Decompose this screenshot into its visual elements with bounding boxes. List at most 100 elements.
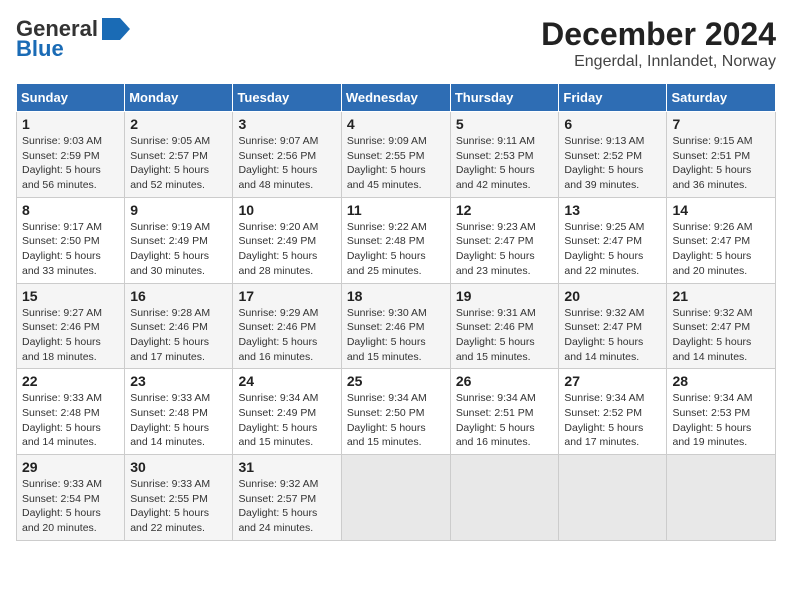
day-number: 19: [456, 288, 554, 304]
day-info: Sunrise: 9:32 AM Sunset: 2:57 PM Dayligh…: [238, 477, 335, 536]
title-block: December 2024 Engerdal, Innlandet, Norwa…: [541, 16, 776, 71]
calendar-day-cell: 5 Sunrise: 9:11 AM Sunset: 2:53 PM Daylig…: [450, 112, 559, 198]
page-subtitle: Engerdal, Innlandet, Norway: [541, 53, 776, 71]
day-number: 26: [456, 373, 554, 389]
day-number: 30: [130, 459, 227, 475]
day-info: Sunrise: 9:34 AM Sunset: 2:52 PM Dayligh…: [564, 391, 661, 450]
day-number: 1: [22, 116, 119, 132]
day-info: Sunrise: 9:15 AM Sunset: 2:51 PM Dayligh…: [672, 134, 770, 193]
day-info: Sunrise: 9:27 AM Sunset: 2:46 PM Dayligh…: [22, 306, 119, 365]
weekday-header: Thursday: [450, 84, 559, 112]
day-number: 6: [564, 116, 661, 132]
calendar-day-cell: 20 Sunrise: 9:32 AM Sunset: 2:47 PM Dayli…: [559, 283, 667, 369]
day-number: 14: [672, 202, 770, 218]
calendar-day-cell: 4Sunrise: 9:09 AM Sunset: 2:55 PM Daylig…: [341, 112, 450, 198]
calendar-day-cell: 18Sunrise: 9:30 AM Sunset: 2:46 PM Dayli…: [341, 283, 450, 369]
calendar-day-cell: 21Sunrise: 9:32 AM Sunset: 2:47 PM Dayli…: [667, 283, 776, 369]
day-number: 11: [347, 202, 445, 218]
calendar-table: SundayMondayTuesdayWednesdayThursdayFrid…: [16, 83, 776, 541]
calendar-day-cell: 15 Sunrise: 9:27 AM Sunset: 2:46 PM Dayli…: [17, 283, 125, 369]
calendar-day-cell: 24 Sunrise: 9:34 AM Sunset: 2:49 PM Dayli…: [233, 369, 341, 455]
calendar-day-cell: [559, 455, 667, 541]
day-info: Sunrise: 9:33 AM Sunset: 2:54 PM Dayligh…: [22, 477, 119, 536]
calendar-day-cell: 30 Sunrise: 9:33 AM Sunset: 2:55 PM Dayli…: [125, 455, 233, 541]
day-number: 8: [22, 202, 119, 218]
day-info: Sunrise: 9:34 AM Sunset: 2:49 PM Dayligh…: [238, 391, 335, 450]
calendar-day-cell: 23 Sunrise: 9:33 AM Sunset: 2:48 PM Dayli…: [125, 369, 233, 455]
day-info: Sunrise: 9:25 AM Sunset: 2:47 PM Dayligh…: [564, 220, 661, 279]
calendar-day-cell: 1 Sunrise: 9:03 AM Sunset: 2:59 PM Daylig…: [17, 112, 125, 198]
calendar-day-cell: 31 Sunrise: 9:32 AM Sunset: 2:57 PM Dayli…: [233, 455, 341, 541]
day-number: 10: [238, 202, 335, 218]
day-number: 17: [238, 288, 335, 304]
calendar-day-cell: 27 Sunrise: 9:34 AM Sunset: 2:52 PM Dayli…: [559, 369, 667, 455]
weekday-header: Saturday: [667, 84, 776, 112]
day-info: Sunrise: 9:03 AM Sunset: 2:59 PM Dayligh…: [22, 134, 119, 193]
calendar-day-cell: 9 Sunrise: 9:19 AM Sunset: 2:49 PM Daylig…: [125, 197, 233, 283]
day-info: Sunrise: 9:29 AM Sunset: 2:46 PM Dayligh…: [238, 306, 335, 365]
day-info: Sunrise: 9:32 AM Sunset: 2:47 PM Dayligh…: [564, 306, 661, 365]
calendar-day-cell: 26 Sunrise: 9:34 AM Sunset: 2:51 PM Dayli…: [450, 369, 559, 455]
day-number: 15: [22, 288, 119, 304]
day-info: Sunrise: 9:30 AM Sunset: 2:46 PM Dayligh…: [347, 306, 445, 365]
day-number: 28: [672, 373, 770, 389]
day-info: Sunrise: 9:13 AM Sunset: 2:52 PM Dayligh…: [564, 134, 661, 193]
day-number: 5: [456, 116, 554, 132]
calendar-day-cell: [450, 455, 559, 541]
day-info: Sunrise: 9:22 AM Sunset: 2:48 PM Dayligh…: [347, 220, 445, 279]
calendar-week-row: 1 Sunrise: 9:03 AM Sunset: 2:59 PM Daylig…: [17, 112, 776, 198]
calendar-day-cell: 11 Sunrise: 9:22 AM Sunset: 2:48 PM Dayli…: [341, 197, 450, 283]
day-info: Sunrise: 9:28 AM Sunset: 2:46 PM Dayligh…: [130, 306, 227, 365]
day-number: 9: [130, 202, 227, 218]
day-info: Sunrise: 9:34 AM Sunset: 2:50 PM Dayligh…: [347, 391, 445, 450]
calendar-week-row: 22 Sunrise: 9:33 AM Sunset: 2:48 PM Dayli…: [17, 369, 776, 455]
calendar-day-cell: 14 Sunrise: 9:26 AM Sunset: 2:47 PM Dayli…: [667, 197, 776, 283]
calendar-week-row: 29 Sunrise: 9:33 AM Sunset: 2:54 PM Dayli…: [17, 455, 776, 541]
day-info: Sunrise: 9:26 AM Sunset: 2:47 PM Dayligh…: [672, 220, 770, 279]
day-info: Sunrise: 9:34 AM Sunset: 2:51 PM Dayligh…: [456, 391, 554, 450]
day-number: 3: [238, 116, 335, 132]
calendar-week-row: 15 Sunrise: 9:27 AM Sunset: 2:46 PM Dayli…: [17, 283, 776, 369]
day-info: Sunrise: 9:33 AM Sunset: 2:55 PM Dayligh…: [130, 477, 227, 536]
day-number: 7: [672, 116, 770, 132]
calendar-day-cell: [341, 455, 450, 541]
day-info: Sunrise: 9:09 AM Sunset: 2:55 PM Dayligh…: [347, 134, 445, 193]
day-number: 31: [238, 459, 335, 475]
calendar-day-cell: 22 Sunrise: 9:33 AM Sunset: 2:48 PM Dayli…: [17, 369, 125, 455]
calendar-day-cell: 29 Sunrise: 9:33 AM Sunset: 2:54 PM Dayli…: [17, 455, 125, 541]
weekday-header: Friday: [559, 84, 667, 112]
day-number: 13: [564, 202, 661, 218]
day-info: Sunrise: 9:05 AM Sunset: 2:57 PM Dayligh…: [130, 134, 227, 193]
day-info: Sunrise: 9:33 AM Sunset: 2:48 PM Dayligh…: [130, 391, 227, 450]
day-number: 24: [238, 373, 335, 389]
day-number: 22: [22, 373, 119, 389]
day-info: Sunrise: 9:20 AM Sunset: 2:49 PM Dayligh…: [238, 220, 335, 279]
day-info: Sunrise: 9:19 AM Sunset: 2:49 PM Dayligh…: [130, 220, 227, 279]
day-info: Sunrise: 9:11 AM Sunset: 2:53 PM Dayligh…: [456, 134, 554, 193]
calendar-day-cell: 2Sunrise: 9:05 AM Sunset: 2:57 PM Daylig…: [125, 112, 233, 198]
day-info: Sunrise: 9:31 AM Sunset: 2:46 PM Dayligh…: [456, 306, 554, 365]
logo-text-blue: Blue: [16, 36, 64, 62]
calendar-day-cell: [667, 455, 776, 541]
day-number: 20: [564, 288, 661, 304]
calendar-week-row: 8Sunrise: 9:17 AM Sunset: 2:50 PM Daylig…: [17, 197, 776, 283]
logo-arrow-icon: [102, 18, 130, 40]
day-number: 25: [347, 373, 445, 389]
day-info: Sunrise: 9:33 AM Sunset: 2:48 PM Dayligh…: [22, 391, 119, 450]
calendar-day-cell: 19 Sunrise: 9:31 AM Sunset: 2:46 PM Dayli…: [450, 283, 559, 369]
calendar-day-cell: 13 Sunrise: 9:25 AM Sunset: 2:47 PM Dayli…: [559, 197, 667, 283]
calendar-day-cell: 12Sunrise: 9:23 AM Sunset: 2:47 PM Dayli…: [450, 197, 559, 283]
day-number: 23: [130, 373, 227, 389]
calendar-day-cell: 10 Sunrise: 9:20 AM Sunset: 2:49 PM Dayli…: [233, 197, 341, 283]
day-number: 29: [22, 459, 119, 475]
calendar-header: SundayMondayTuesdayWednesdayThursdayFrid…: [17, 84, 776, 112]
day-number: 27: [564, 373, 661, 389]
calendar-day-cell: 28 Sunrise: 9:34 AM Sunset: 2:53 PM Dayli…: [667, 369, 776, 455]
day-info: Sunrise: 9:32 AM Sunset: 2:47 PM Dayligh…: [672, 306, 770, 365]
day-info: Sunrise: 9:34 AM Sunset: 2:53 PM Dayligh…: [672, 391, 770, 450]
weekday-header: Monday: [125, 84, 233, 112]
day-info: Sunrise: 9:07 AM Sunset: 2:56 PM Dayligh…: [238, 134, 335, 193]
weekday-header: Wednesday: [341, 84, 450, 112]
calendar-day-cell: 3 Sunrise: 9:07 AM Sunset: 2:56 PM Daylig…: [233, 112, 341, 198]
day-info: Sunrise: 9:23 AM Sunset: 2:47 PM Dayligh…: [456, 220, 554, 279]
